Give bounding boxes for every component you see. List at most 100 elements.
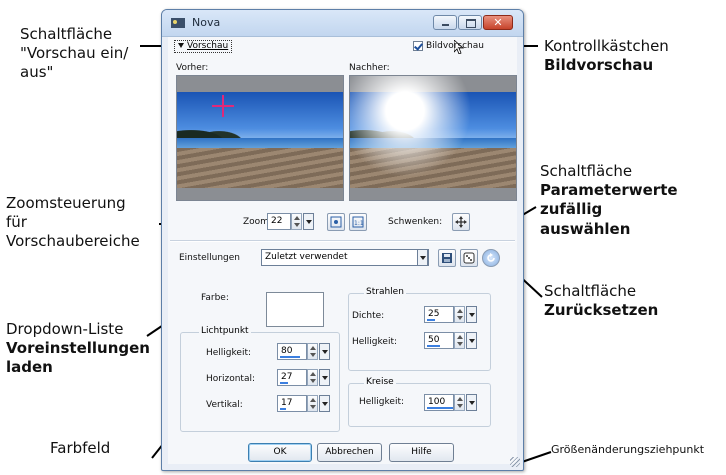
zoom-1-to-1-button[interactable]: 1:1 (349, 213, 367, 231)
pan-button[interactable] (452, 213, 470, 231)
lightpoint-group-title: Lichtpunkt (199, 326, 251, 336)
lightpoint-brightness-label: Helligkeit: (206, 348, 252, 358)
lightpoint-horizontal-stepper[interactable] (307, 369, 318, 386)
rays-brightness-value: 50 (428, 335, 440, 345)
circles-group-title: Kreise (364, 377, 396, 387)
nova-dialog: Nova ✕ Vorschau Bildvorschau Vorher: Nac… (161, 9, 524, 471)
rays-brightness-bar (427, 345, 440, 347)
nova-glow (350, 76, 480, 186)
circles-brightness-stepper[interactable] (454, 394, 465, 411)
circles-brightness-input[interactable]: 100 (424, 394, 454, 411)
annotation-random: Schaltfläche Parameterwerte zufällig aus… (540, 162, 678, 239)
after-preview[interactable] (349, 75, 517, 201)
annotation-line: Zurücksetzen (544, 301, 659, 320)
circles-brightness-label: Helligkeit: (359, 397, 405, 407)
dice-icon (463, 252, 475, 264)
after-label: Nachher: (349, 63, 390, 73)
presets-value: Zuletzt verwendet (265, 252, 348, 262)
before-label: Vorher: (176, 63, 209, 73)
pan-label: Schwenken: (388, 217, 443, 227)
preview-frame-bottom (350, 188, 516, 200)
lightpoint-vertical-stepper[interactable] (307, 395, 318, 412)
ok-button[interactable]: OK (248, 443, 312, 462)
lightpoint-vertical-label: Vertikal: (206, 400, 243, 410)
rays-group-title: Strahlen (364, 287, 406, 297)
zoom-value: 22 (271, 216, 283, 226)
zoom-to-fit-button[interactable] (327, 213, 345, 231)
color-swatch[interactable] (266, 292, 324, 327)
rays-brightness-dropdown[interactable] (466, 332, 477, 349)
annotation-line: Schaltfläche (20, 25, 113, 43)
rays-density-dropdown[interactable] (466, 306, 477, 323)
annotation-line: Schaltfläche (540, 162, 633, 180)
reset-button[interactable] (482, 249, 500, 267)
rays-brightness-label: Helligkeit: (352, 337, 398, 347)
lightpoint-horizontal-dropdown[interactable] (319, 369, 330, 386)
lightpoint-brightness-value: 80 (281, 346, 293, 356)
annotation-resize: Größenänderungsziehpunkt (551, 443, 704, 457)
title-bar[interactable]: Nova ✕ (162, 10, 523, 37)
maximize-button[interactable] (458, 15, 482, 30)
lightpoint-vertical-dropdown[interactable] (319, 395, 330, 412)
rays-density-stepper[interactable] (454, 306, 465, 323)
move-arrows-icon (455, 216, 467, 228)
annotation-line: Schaltfläche (544, 282, 637, 300)
lightpoint-brightness-bar (280, 356, 300, 358)
light-position-crosshair-icon[interactable] (212, 95, 234, 117)
color-label: Farbe: (201, 293, 229, 303)
presets-dropdown[interactable]: Zuletzt verwendet (261, 249, 429, 266)
lightpoint-vertical-input[interactable]: 17 (277, 395, 307, 412)
annotation-line: Farbfeld (50, 439, 111, 457)
randomize-button[interactable] (460, 249, 478, 267)
annotation-reset: Schaltfläche Zurücksetzen (544, 282, 658, 320)
presets-label: Einstellungen (179, 253, 241, 263)
svg-text:1:1: 1:1 (354, 220, 364, 227)
annotation-zoom: Zoomsteuerung für Vorschaubereiche (6, 194, 140, 252)
annotation-colorfield: Farbfeld (50, 439, 110, 458)
image-preview-label: Bildvorschau (426, 41, 484, 51)
lightpoint-brightness-dropdown[interactable] (319, 343, 330, 360)
image-preview-checkbox[interactable] (413, 41, 423, 51)
annotation-line: aus" (20, 63, 54, 82)
circles-brightness-dropdown[interactable] (466, 394, 477, 411)
lightpoint-vertical-bar (280, 408, 286, 410)
separator (170, 240, 515, 242)
minimize-button[interactable] (433, 15, 457, 30)
rays-brightness-stepper[interactable] (454, 332, 465, 349)
preview-frame-bottom (177, 188, 343, 200)
zoom-fit-icon (330, 216, 342, 228)
close-button[interactable]: ✕ (483, 15, 513, 30)
annotation-line: Dropdown-Liste (6, 320, 124, 338)
lightpoint-horizontal-label: Horizontal: (206, 374, 255, 384)
annotation-line: zufällig (540, 200, 603, 219)
preview-toggle-label: Vorschau (187, 41, 229, 51)
annotation-line: Größenänderungsziehpunkt (551, 443, 705, 456)
rays-density-label: Dichte: (352, 311, 385, 321)
zoom-input[interactable]: 22 (267, 213, 291, 230)
circles-brightness-value: 100 (428, 397, 446, 407)
annotation-line: Kontrollkästchen (544, 37, 669, 55)
lightpoint-brightness-input[interactable]: 80 (277, 343, 307, 360)
rays-brightness-input[interactable]: 50 (424, 332, 454, 349)
lightpoint-vertical-value: 17 (281, 398, 293, 408)
preview-beach (177, 148, 343, 188)
annotation-presets: Dropdown-Liste Voreinstellungen laden (6, 320, 150, 378)
help-button[interactable]: Hilfe (389, 443, 454, 462)
zoom-stepper[interactable] (291, 213, 302, 230)
annotation-line: auswählen (540, 219, 631, 238)
before-preview[interactable] (176, 75, 344, 201)
annotation-preview-toggle: Schaltfläche "Vorschau ein/ aus" (20, 25, 128, 83)
cancel-button[interactable]: Abbrechen (317, 443, 382, 462)
presets-dropdown-button[interactable] (417, 249, 428, 266)
annotation-line: Zoomsteuerung (6, 194, 126, 212)
rays-density-input[interactable]: 25 (424, 306, 454, 323)
preview-toggle-button[interactable]: Vorschau (174, 40, 233, 53)
annotation-line: Parameterwerte (540, 181, 678, 200)
lightpoint-horizontal-input[interactable]: 27 (277, 369, 307, 386)
zoom-dropdown-button[interactable] (303, 213, 314, 230)
preview-frame-top (177, 76, 343, 92)
resize-grip-icon[interactable] (510, 457, 520, 467)
lightpoint-horizontal-value: 27 (281, 372, 293, 382)
lightpoint-brightness-stepper[interactable] (307, 343, 318, 360)
save-preset-button[interactable] (438, 249, 456, 267)
